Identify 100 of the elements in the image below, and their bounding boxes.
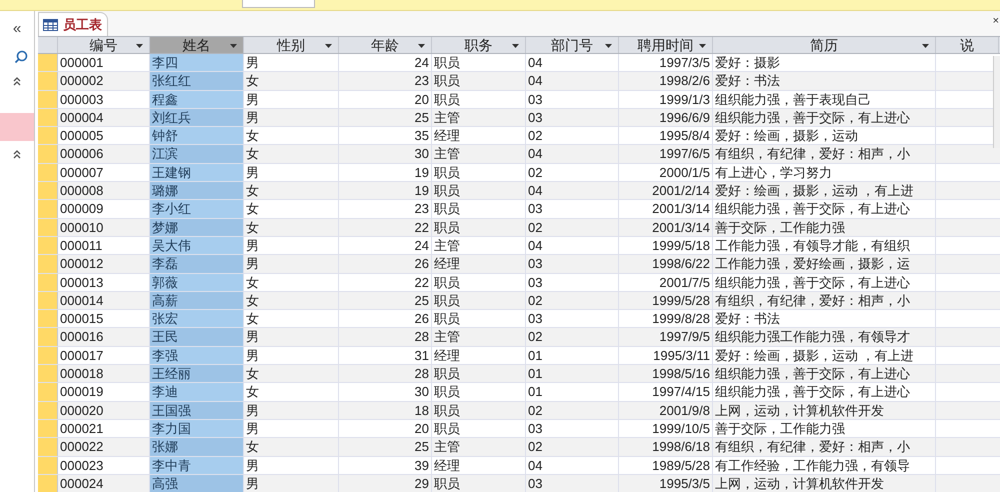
table-cell: 组织能力强，善于交际，有上进心 [713, 383, 936, 401]
selected-nav-item[interactable] [0, 113, 34, 141]
table-cell: 23 [339, 72, 432, 90]
table-cell: 爱好：绘画，摄影，运动 ，有上进 [713, 346, 936, 364]
record-selector[interactable] [38, 72, 58, 90]
table-cell: 高强 [150, 474, 244, 492]
table-cell: 02 [526, 218, 619, 236]
table-cell: 有组织，有纪律，爱好：相声，小 [713, 438, 936, 456]
column-header[interactable]: 姓名 [150, 37, 244, 53]
table-cell: 28 [339, 365, 432, 382]
table-cell: 职员 [432, 182, 526, 200]
table-cell: 王国强 [150, 402, 244, 419]
dropdown-arrow-icon[interactable] [230, 44, 237, 48]
table-cell: 职员 [432, 54, 526, 72]
record-selector[interactable] [38, 456, 58, 474]
record-selector[interactable] [38, 365, 58, 382]
record-selector[interactable] [38, 310, 58, 328]
table-cell: 03 [526, 420, 619, 438]
table-cell: 03 [526, 474, 619, 492]
record-selector[interactable] [38, 145, 58, 163]
dropdown-arrow-icon[interactable] [605, 44, 612, 48]
table-cell: 39 [339, 456, 432, 474]
dropdown-arrow-icon[interactable] [922, 44, 929, 48]
dropdown-arrow-icon[interactable] [512, 44, 519, 48]
dropdown-arrow-icon[interactable] [136, 44, 143, 48]
table-cell: 工作能力强，有领导才能，有组织 [713, 236, 936, 254]
table-cell: 工作能力强，爱好绘画，摄影，运 [713, 255, 936, 273]
table-cell: 组织能力强，善于交际，有上进心 [713, 365, 936, 382]
record-selector[interactable] [38, 383, 58, 401]
record-selector[interactable] [38, 274, 58, 291]
record-selector[interactable] [38, 255, 58, 273]
column-header[interactable]: 部门号 [526, 37, 619, 53]
table-cell: 男 [244, 54, 339, 72]
column-header[interactable]: 职务 [432, 37, 526, 53]
record-selector[interactable] [38, 236, 58, 254]
record-selector[interactable] [38, 200, 58, 218]
table-cell: 善于交际，工作能力强 [713, 420, 936, 438]
chevron-up-icon[interactable] [12, 149, 22, 159]
table-cell: 主管 [432, 328, 526, 346]
record-selector[interactable] [38, 127, 58, 144]
table-cell: 女 [244, 383, 339, 401]
record-selector[interactable] [38, 164, 58, 182]
table-cell: 经理 [432, 127, 526, 144]
dropdown-arrow-icon[interactable] [325, 44, 332, 48]
dropdown-arrow-icon[interactable] [418, 44, 425, 48]
table-cell: 男 [244, 456, 339, 474]
dropdown-arrow-icon[interactable] [699, 44, 706, 48]
table-cell: 03 [526, 200, 619, 218]
column-header[interactable]: 年龄 [339, 37, 432, 53]
chevron-up-icon[interactable] [12, 76, 22, 86]
record-selector[interactable] [38, 420, 58, 438]
table-cell: 03 [526, 310, 619, 328]
table-cell: 男 [244, 164, 339, 182]
record-selector[interactable] [38, 182, 58, 200]
table-tab[interactable]: 员工表 [38, 12, 108, 36]
table-cell: 组织能力强，善于交际，有上进心 [713, 274, 936, 291]
table-cell: 职员 [432, 365, 526, 382]
table-cell: 张红红 [150, 72, 244, 90]
table-cell: 23 [339, 200, 432, 218]
record-selector[interactable] [38, 54, 58, 72]
table-cell: 31 [339, 346, 432, 364]
table-cell: 1995/3/5 [619, 474, 713, 492]
column-header[interactable]: 性别 [244, 37, 339, 53]
record-selector[interactable] [38, 346, 58, 364]
table-cell: 03 [526, 255, 619, 273]
table-cell: 24 [339, 54, 432, 72]
table-cell: 女 [244, 145, 339, 163]
record-selector[interactable] [38, 218, 58, 236]
record-selector[interactable] [38, 474, 58, 492]
table-cell: 22 [339, 274, 432, 291]
search-icon[interactable] [14, 50, 28, 64]
column-header[interactable]: 说 [936, 37, 999, 53]
table-cell: 张娜 [150, 438, 244, 456]
record-selector[interactable] [38, 402, 58, 419]
table-cell: 1998/6/22 [619, 255, 713, 273]
close-icon[interactable]: × [992, 16, 999, 27]
table-cell: 职员 [432, 310, 526, 328]
table-cell: 主管 [432, 438, 526, 456]
table-cell: 男 [244, 236, 339, 254]
record-selector[interactable] [38, 328, 58, 346]
table-cell: 1999/5/28 [619, 292, 713, 310]
table-cell: 1997/3/5 [619, 54, 713, 72]
record-selector[interactable] [38, 292, 58, 310]
column-header[interactable]: 聘用时间 [619, 37, 713, 53]
table-cell: 李迪 [150, 383, 244, 401]
table-cell: 梦娜 [150, 218, 244, 236]
collapse-icon[interactable]: « [12, 21, 22, 36]
table-cell: 男 [244, 402, 339, 419]
record-selector[interactable] [38, 108, 58, 126]
scrollbar[interactable] [993, 56, 1000, 148]
table-cell: 35 [339, 127, 432, 144]
table-cell: 高薪 [150, 292, 244, 310]
record-selector[interactable] [38, 90, 58, 108]
table-cell: 24 [339, 236, 432, 254]
column-header[interactable]: 简历 [713, 37, 936, 53]
table-cell: 2001/2/14 [619, 182, 713, 200]
record-selector[interactable] [38, 438, 58, 456]
table-cell: 18 [339, 402, 432, 419]
table-cell: 爱好：绘画，摄影，运动 ，有上进 [713, 182, 936, 200]
table-cell: 钟舒 [150, 127, 244, 144]
